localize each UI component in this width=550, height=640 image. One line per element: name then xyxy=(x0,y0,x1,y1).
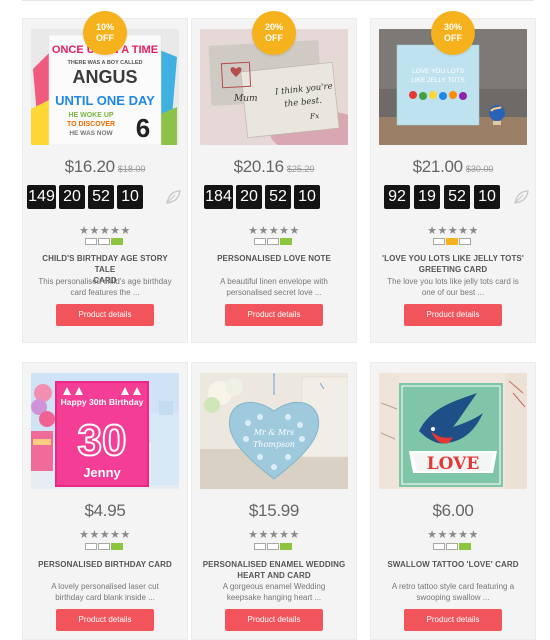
rating-bar xyxy=(254,238,294,245)
svg-text:ANGUS: ANGUS xyxy=(72,67,137,87)
svg-text:30: 30 xyxy=(78,416,127,465)
rating-bar xyxy=(433,238,473,245)
countdown-hours: 20 xyxy=(59,185,85,209)
product-title[interactable]: PERSONALISED LOVE NOTE xyxy=(202,253,346,264)
price: $20.16 xyxy=(233,157,285,176)
card-art-text: LOVE xyxy=(427,454,480,474)
svg-text:LIKE JELLY TOTS: LIKE JELLY TOTS xyxy=(411,77,465,84)
countdown-hours: 19 xyxy=(414,185,440,209)
star-rating: ★★★★★ xyxy=(248,225,300,237)
product-image[interactable]: Happy 30th Birthday 30 Jenny xyxy=(31,373,179,489)
rating-bar xyxy=(85,543,125,550)
product-card: 20% OFF Mum I think you're the best. Fx $… xyxy=(191,11,357,343)
leaf-icon xyxy=(514,190,529,204)
product-description: The love you lots like jelly tots card i… xyxy=(387,277,519,297)
svg-text:6: 6 xyxy=(136,113,150,143)
price: $15.99 xyxy=(248,501,300,520)
card-art-text: Happy 30th Birthday xyxy=(61,397,144,407)
discount-badge: 30% OFF xyxy=(431,11,475,55)
price-row: $21.00 $30.00 xyxy=(371,157,535,177)
product-card: 10%OFF ONCE UPON A TIME THERE WAS A BOY … xyxy=(22,11,188,343)
countdown-hours: 20 xyxy=(236,185,262,209)
svg-text:Thompson: Thompson xyxy=(253,440,295,449)
countdown-seconds: 10 xyxy=(294,185,320,209)
product-description: A lovely personalised laser cut birthday … xyxy=(51,582,159,602)
star-rating: ★★★★★ xyxy=(79,529,131,541)
card-art-text: Mum xyxy=(233,94,258,104)
product-title[interactable]: PERSONALISED BIRTHDAY CARD xyxy=(33,559,177,570)
product-details-button[interactable]: Product details xyxy=(225,304,323,326)
price: $4.95 xyxy=(84,501,126,520)
rating-bar xyxy=(433,543,473,550)
card-art-text: LOVE YOU LOTS xyxy=(412,68,465,75)
product-description: A retro tattoo style card featuring a swo… xyxy=(391,582,515,602)
price-row: $4.95 xyxy=(23,501,187,521)
price-row: $15.99 xyxy=(192,501,356,521)
svg-text:HE WAS NOW: HE WAS NOW xyxy=(69,130,113,137)
price: $6.00 xyxy=(432,501,474,520)
countdown-minutes: 52 xyxy=(444,185,470,209)
star-rating: ★★★★★ xyxy=(248,529,300,541)
countdown-seconds: 10 xyxy=(474,185,500,209)
product-card: 30% OFF LOVE YOU LOTS LIKE JELLY TOTS $21… xyxy=(370,11,536,343)
svg-text:TO DISCOVER: TO DISCOVER xyxy=(67,121,115,128)
countdown-days: 149 xyxy=(27,185,56,209)
product-description: This personalised child's age birthday ca… xyxy=(38,277,172,297)
countdown-seconds: 10 xyxy=(117,185,143,209)
price-row: $6.00 xyxy=(371,501,535,521)
product-card: LOVE $6.00 ★★★★★ SWALLOW TATTOO 'LOVE' C… xyxy=(370,362,536,640)
product-title[interactable]: PERSONALISED ENAMEL WEDDING HEART AND CAR… xyxy=(202,559,346,581)
svg-text:THERE WAS A BOY CALLED: THERE WAS A BOY CALLED xyxy=(68,60,143,66)
countdown-days: 92 xyxy=(384,185,410,209)
old-price: $30.00 xyxy=(465,164,494,174)
star-rating: ★★★★★ xyxy=(427,529,479,541)
product-image[interactable]: LOVE xyxy=(379,373,527,489)
product-details-button[interactable]: Product details xyxy=(56,609,154,631)
countdown-timer: 184 20 52 10 xyxy=(192,185,356,209)
star-rating: ★★★★★ xyxy=(79,225,131,237)
countdown-timer: 92 19 52 10 xyxy=(371,185,535,209)
discount-badge: 20% OFF xyxy=(252,11,296,55)
product-details-button[interactable]: Product details xyxy=(56,304,154,326)
rating-bar xyxy=(254,543,294,550)
old-price: $25.20 xyxy=(286,164,315,174)
discount-badge: 10% OFF xyxy=(83,11,127,55)
product-card: Happy 30th Birthday 30 Jenny $4.95 ★★★★★… xyxy=(22,362,188,640)
product-card: Mr & Mrs Thompson $15.99 ★★★★★ PERSONALI… xyxy=(191,362,357,640)
price-row: $20.16 $25.20 xyxy=(192,157,356,177)
rating-bar xyxy=(85,238,125,245)
svg-text:UNTIL ONE DAY: UNTIL ONE DAY xyxy=(55,93,155,108)
price-row: $16.20 $18.00 xyxy=(23,157,187,177)
old-price: $18.00 xyxy=(117,164,146,174)
card-art-text: Mr & Mrs xyxy=(253,428,294,437)
product-details-button[interactable]: Product details xyxy=(225,609,323,631)
countdown-minutes: 52 xyxy=(88,185,114,209)
svg-text:HE WOKE UP: HE WOKE UP xyxy=(68,112,113,119)
product-details-button[interactable]: Product details xyxy=(404,304,502,326)
star-rating: ★★★★★ xyxy=(427,225,479,237)
product-title[interactable]: 'LOVE YOU LOTS LIKE JELLY TOTS' GREETING … xyxy=(381,253,525,275)
product-title[interactable]: SWALLOW TATTOO 'LOVE' CARD xyxy=(381,559,525,570)
product-description: A gorgeous enamel Wedding keepsake hangin… xyxy=(222,582,326,602)
svg-text:Fx: Fx xyxy=(308,111,320,121)
svg-text:Jenny: Jenny xyxy=(83,465,121,480)
countdown-days: 184 xyxy=(204,185,233,209)
product-details-button[interactable]: Product details xyxy=(404,609,502,631)
price: $21.00 xyxy=(412,157,464,176)
leaf-icon xyxy=(166,190,181,204)
countdown-timer: 149 20 52 10 xyxy=(23,185,187,209)
countdown-minutes: 52 xyxy=(265,185,291,209)
product-description: A beautiful linen envelope with personali… xyxy=(220,277,328,297)
product-image[interactable]: Mr & Mrs Thompson xyxy=(200,373,348,489)
top-divider xyxy=(22,0,534,1)
price: $16.20 xyxy=(64,157,116,176)
